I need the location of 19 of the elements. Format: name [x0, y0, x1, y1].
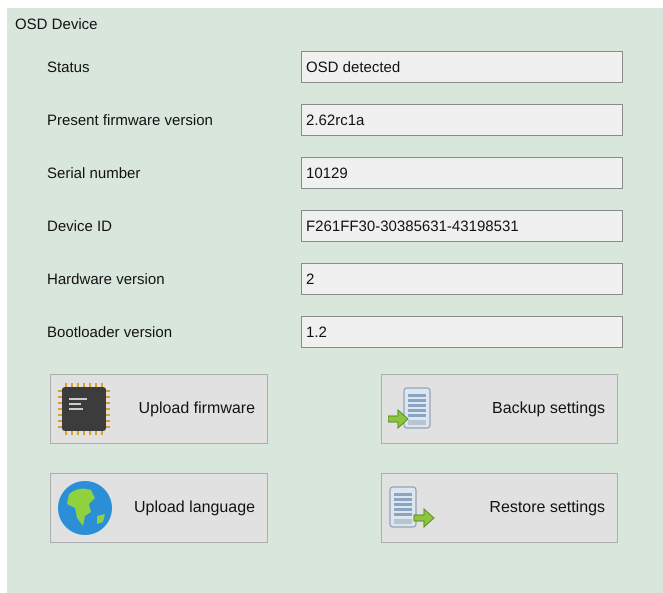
- action-button[interactable]: Upload language: [50, 473, 268, 543]
- field-label: Present firmware version: [46, 112, 214, 128]
- field-label: Hardware version: [46, 270, 166, 288]
- globe-icon: [57, 480, 113, 536]
- action-button[interactable]: Upload firmware: [50, 374, 268, 444]
- input-field[interactable]: 1.2: [301, 316, 623, 348]
- field-label: Serial number: [46, 164, 142, 182]
- field-label: Device ID: [46, 218, 114, 234]
- action-button[interactable]: Restore settings: [381, 473, 618, 543]
- group-title: OSD Device: [15, 16, 98, 33]
- input-field[interactable]: F261FF30-30385631-43198531: [301, 210, 623, 242]
- input-field[interactable]: OSD detected: [301, 51, 623, 83]
- input-field[interactable]: 2: [301, 263, 623, 295]
- field-label: Status: [46, 58, 91, 76]
- input-field[interactable]: 10129: [301, 157, 623, 189]
- chip-icon: [57, 382, 111, 436]
- field-label: Bootloader version: [46, 324, 174, 340]
- action-button[interactable]: Backup settings: [381, 374, 618, 444]
- input-field[interactable]: 2.62rc1a: [301, 104, 623, 136]
